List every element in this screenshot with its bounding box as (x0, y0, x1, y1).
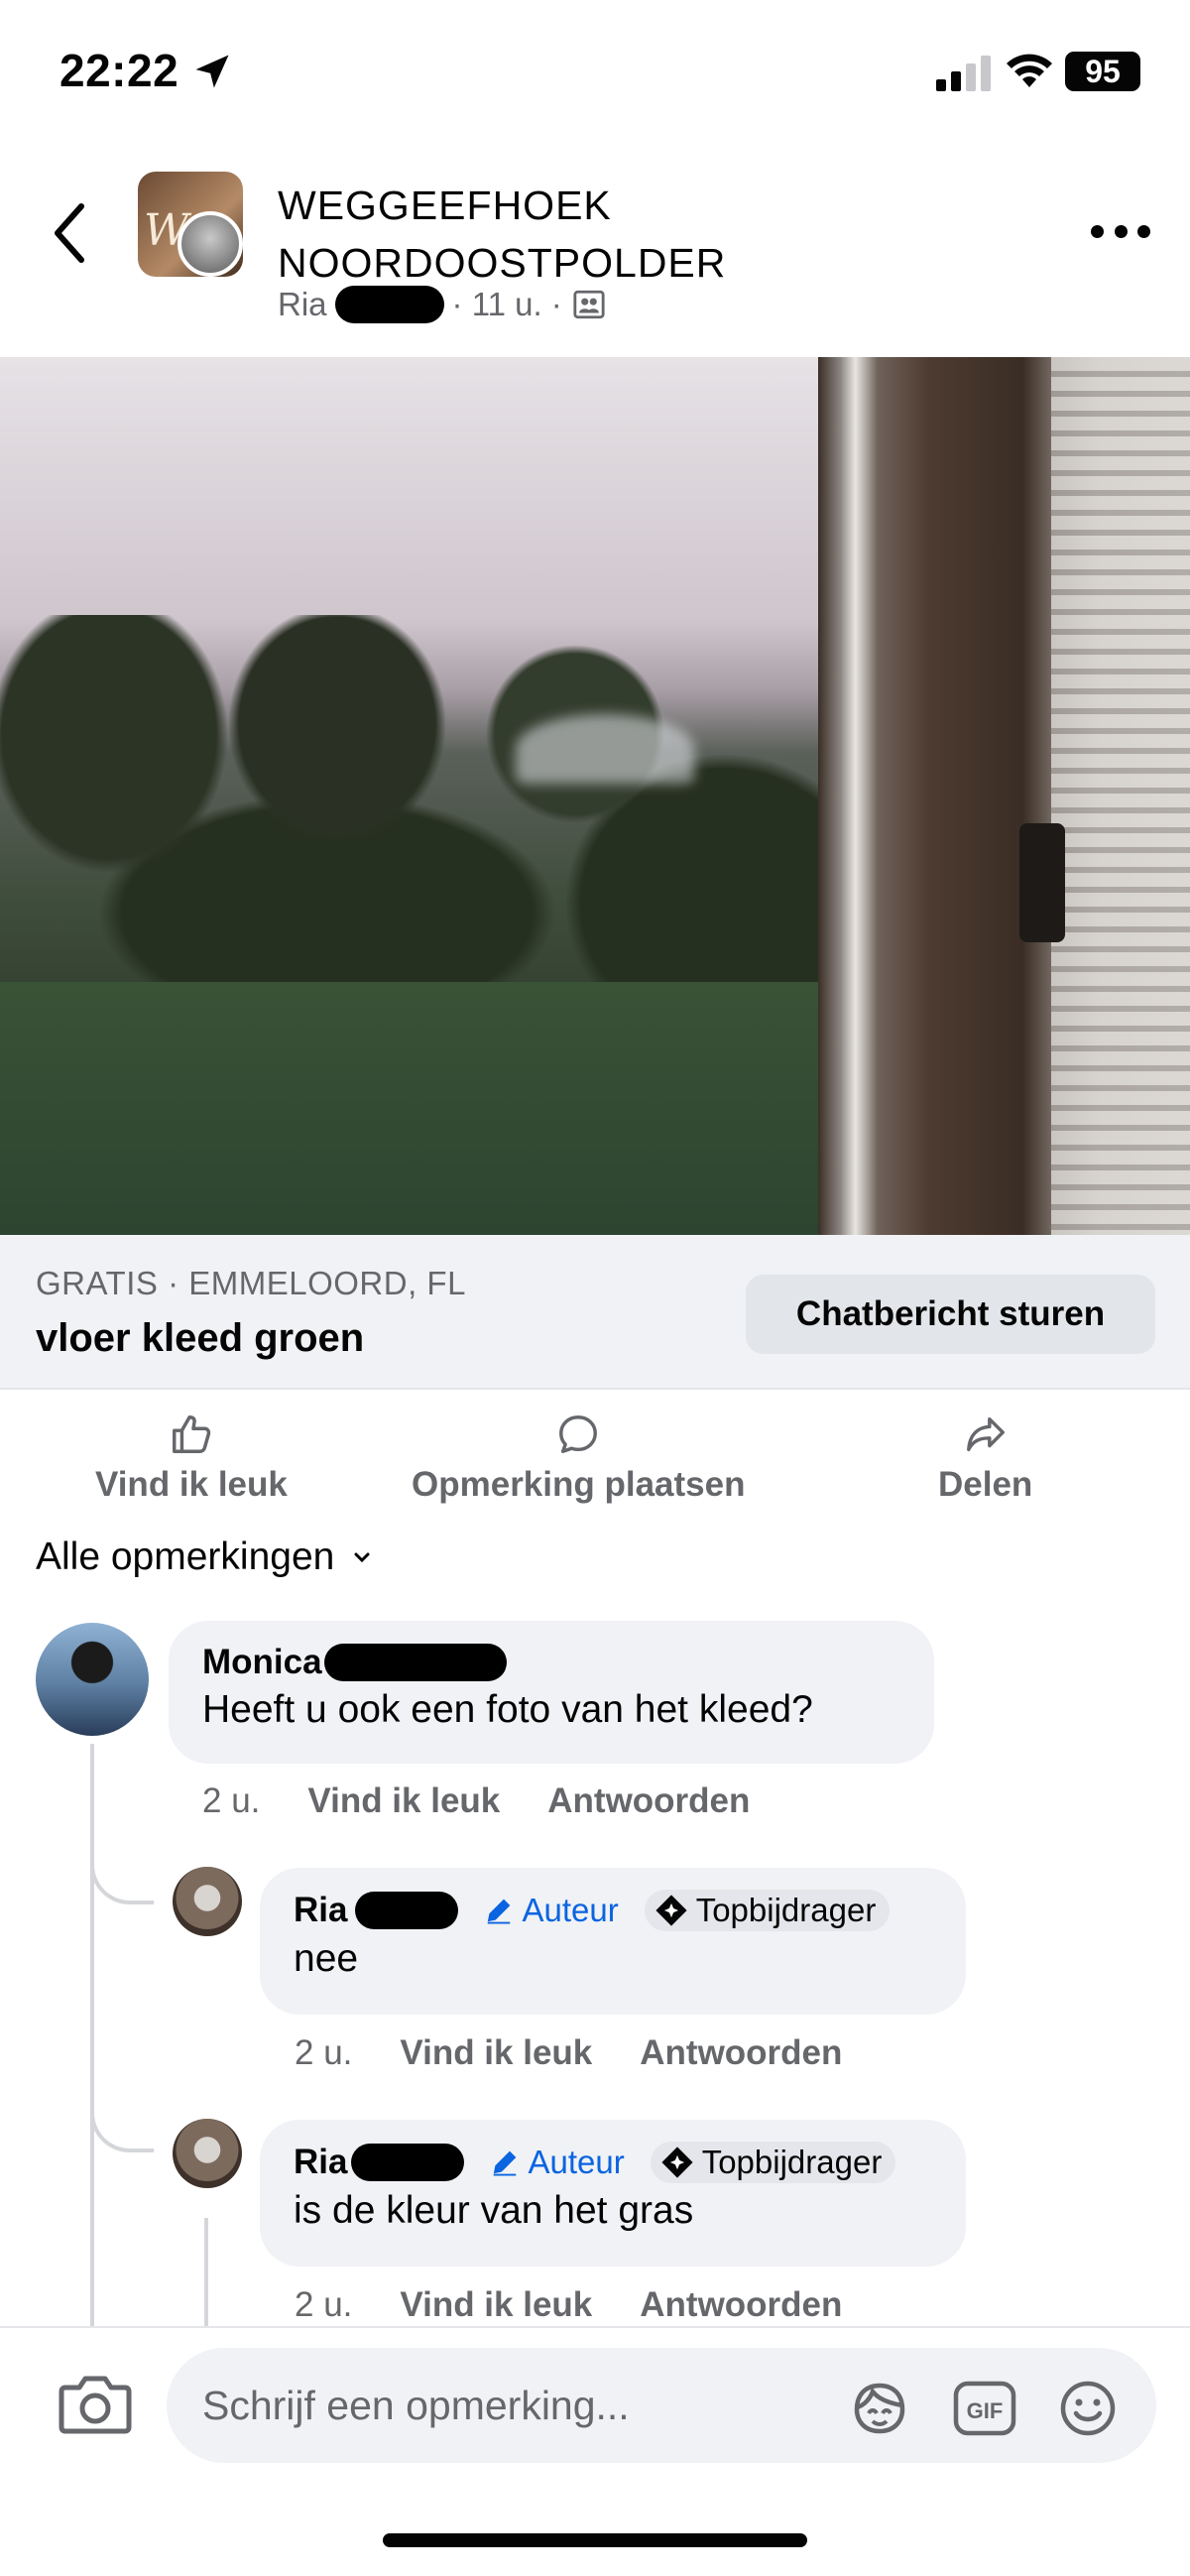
comment-like-button[interactable]: Vind ik leuk (307, 1781, 500, 1821)
comment-author[interactable]: Ria Auteur Topbijdrager (294, 1890, 932, 1931)
comment-time: 2 u. (202, 1781, 261, 1820)
thread-branch (90, 1845, 154, 1904)
comment-bubble[interactable]: Ria Auteur Topbijdrager nee (260, 1868, 966, 2015)
send-message-button[interactable]: Chatbericht sturen (746, 1275, 1155, 1354)
gif-icon[interactable]: GIF (952, 2380, 1017, 2437)
thread-line (204, 2218, 208, 2326)
avatar-sticker-icon[interactable] (847, 2380, 912, 2437)
top-contributor-badge: Topbijdrager (650, 2142, 896, 2183)
home-indicator[interactable] (383, 2533, 807, 2547)
svg-text:GIF: GIF (967, 2398, 1004, 2423)
chevron-left-icon[interactable] (46, 198, 95, 268)
share-label: Delen (938, 1465, 1033, 1504)
battery-indicator: 95 (1065, 52, 1140, 91)
chevron-down-icon (354, 1552, 370, 1563)
more-dots-icon (1091, 224, 1104, 238)
comment-input-pill[interactable]: GIF (167, 2348, 1156, 2463)
comment-meta: 2 u. Vind ik leuk Antwoorden (295, 2033, 890, 2073)
emoji-icon[interactable] (1055, 2380, 1121, 2437)
comment-text: Heeft u ook een foto van het kleed? (202, 1688, 813, 1731)
author-badge: Auteur (490, 2144, 625, 2181)
comment-meta: 2 u. Vind ik leuk Antwoorden (295, 2285, 890, 2325)
avatar[interactable] (36, 1623, 149, 1736)
comment-author[interactable]: Monica (202, 1643, 900, 1682)
pencil-icon (494, 2150, 517, 2176)
comments-filter-label: Alle opmerkingen (36, 1535, 335, 1578)
comment-like-button[interactable]: Vind ik leuk (400, 2033, 592, 2073)
comment-author-name: Ria (294, 1891, 348, 1929)
post-time: · 11 u. · (451, 286, 562, 322)
comment-input[interactable] (202, 2348, 837, 2463)
more-options-button[interactable] (1091, 216, 1150, 246)
author-mini-avatar (178, 211, 243, 277)
redacted-surname (334, 286, 444, 323)
listing-title: vloer kleed groen (36, 1316, 365, 1360)
comment-time: 2 u. (295, 2285, 353, 2324)
share-arrow-icon (966, 1416, 1005, 1452)
status-bar: 22:22 95 (0, 0, 1190, 139)
comment-text: nee (294, 1937, 359, 1980)
author-badge: Auteur (484, 1892, 619, 1929)
like-label: Vind ik leuk (95, 1465, 288, 1504)
status-time: 22:22 (60, 45, 179, 96)
group-members-icon (573, 290, 605, 319)
listing-photo[interactable] (0, 357, 1190, 1235)
share-button[interactable]: Delen (938, 1411, 1032, 1505)
comment-text: is de kleur van het gras (294, 2189, 694, 2232)
redacted-surname (355, 1892, 459, 1929)
camera-icon[interactable] (58, 2374, 133, 2435)
post-actions: Vind ik leuk Opmerking plaatsen Delen (0, 1394, 1190, 1523)
avatar[interactable] (173, 2119, 242, 2188)
comment-author-name: Ria (294, 2143, 348, 2181)
wifi-icon (1007, 54, 1052, 87)
listing-meta: GRATIS · EMMELOORD, FL (36, 1265, 466, 1301)
post-author-name[interactable]: Ria (278, 286, 327, 323)
comment-reply-button[interactable]: Antwoorden (640, 2033, 842, 2073)
group-name[interactable]: WEGGEEFHOEK NOORDOOSTPOLDER (278, 177, 833, 292)
comment-bubble[interactable]: Ria Auteur Topbijdrager is de kleur van … (260, 2120, 966, 2267)
like-button[interactable]: Vind ik leuk (95, 1411, 288, 1505)
redacted-surname (351, 2144, 465, 2181)
top-contributor-icon (661, 2147, 693, 2178)
location-arrow-icon (195, 55, 229, 88)
comment-meta: 2 u. Vind ik leuk Antwoorden (202, 1781, 797, 1821)
redacted-surname (323, 1644, 507, 1681)
top-contributor-icon (655, 1895, 687, 1926)
comment-composer: GIF (0, 2326, 1190, 2465)
post-meta: Ria · 11 u. · (278, 286, 606, 323)
thread-branch (90, 2093, 154, 2152)
post-header: We WEGGEEFHOEK NOORDOOSTPOLDER Ria · 11 … (0, 159, 1190, 357)
pencil-icon (488, 1899, 511, 1924)
comment-bubble-icon (559, 1415, 598, 1453)
group-avatar[interactable]: We (138, 172, 243, 277)
thread-line (90, 1744, 94, 2326)
thumbs-up-icon (172, 1415, 211, 1453)
comment-like-button[interactable]: Vind ik leuk (400, 2285, 592, 2325)
listing-info: GRATIS · EMMELOORD, FL vloer kleed groen… (0, 1235, 1190, 1390)
cellular-signal-icon (936, 56, 991, 91)
comment-label: Opmerking plaatsen (412, 1465, 746, 1504)
avatar[interactable] (173, 1867, 242, 1936)
comments-filter[interactable]: Alle opmerkingen (36, 1535, 372, 1579)
comment-time: 2 u. (295, 2033, 353, 2072)
comment-author[interactable]: Ria Auteur Topbijdrager (294, 2142, 932, 2183)
comment-reply-button[interactable]: Antwoorden (640, 2285, 842, 2325)
comment-author-name: Monica (202, 1643, 322, 1681)
top-contributor-badge: Topbijdrager (644, 1890, 891, 1931)
comment-button[interactable]: Opmerking plaatsen (412, 1411, 745, 1505)
comment-bubble[interactable]: Monica Heeft u ook een foto van het klee… (169, 1621, 934, 1764)
comment-reply-button[interactable]: Antwoorden (547, 1781, 750, 1821)
